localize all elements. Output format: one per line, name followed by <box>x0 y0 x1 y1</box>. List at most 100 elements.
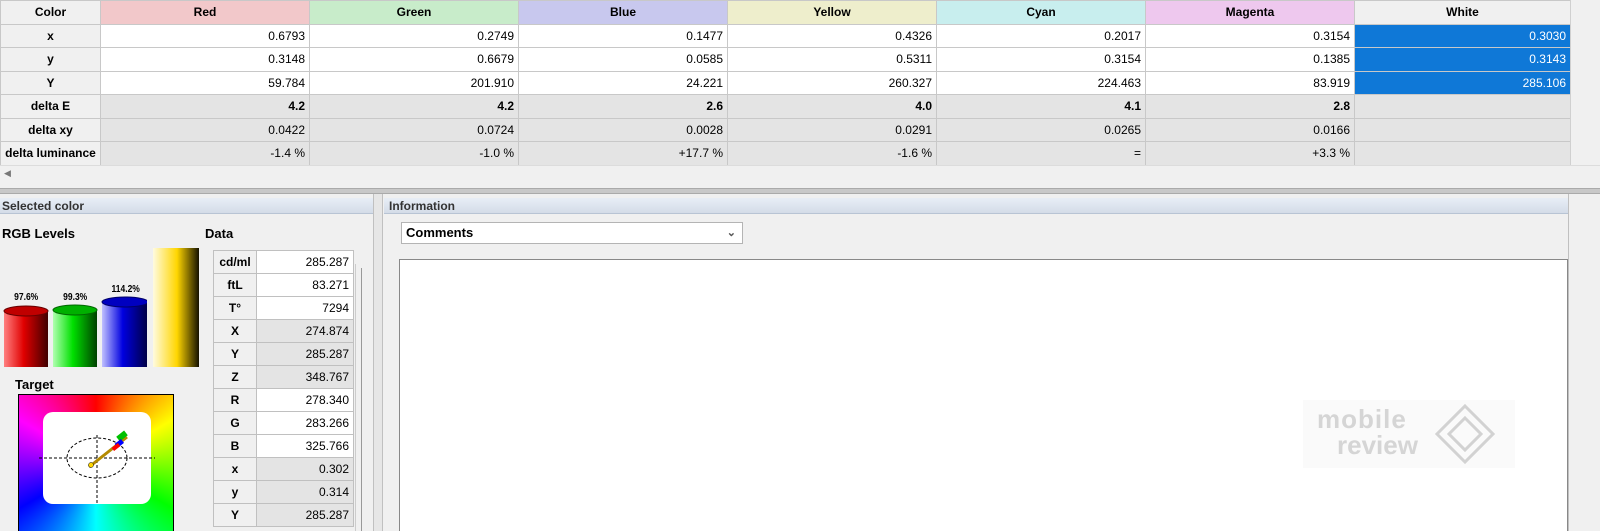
data-row: B 325.766 <box>213 434 354 458</box>
data-row-label: y <box>213 480 257 504</box>
column-header-cyan[interactable]: Cyan <box>936 0 1146 25</box>
row-header[interactable]: y <box>0 47 101 72</box>
table-cell[interactable]: 224.463 <box>936 70 1146 95</box>
table-cell[interactable]: 0.3154 <box>1145 23 1355 48</box>
row-header[interactable]: Y <box>0 70 101 95</box>
target-title: Target <box>15 377 54 392</box>
table-cell[interactable]: 4.0 <box>727 94 937 119</box>
table-cell[interactable] <box>1354 94 1571 119</box>
table-cell[interactable]: 0.1385 <box>1145 47 1355 72</box>
data-row-label: Y <box>213 342 257 366</box>
table-cell[interactable]: 0.0028 <box>518 117 728 142</box>
table-cell[interactable]: 4.2 <box>100 94 310 119</box>
column-header-yellow[interactable]: Yellow <box>727 0 937 25</box>
blue-level-cylinder <box>101 296 147 367</box>
table-cell[interactable]: 0.3143 <box>1354 47 1571 72</box>
data-row-label: x <box>213 457 257 481</box>
table-cell[interactable]: 59.784 <box>100 70 310 95</box>
column-header-white[interactable]: White <box>1354 0 1571 25</box>
table-cell[interactable]: 0.0265 <box>936 117 1146 142</box>
table-cell[interactable]: 0.4326 <box>727 23 937 48</box>
watermark-text-bottom: review <box>1337 430 1418 460</box>
comments-text-area[interactable] <box>399 259 1568 531</box>
data-row: R 278.340 <box>213 388 354 412</box>
table-cell[interactable]: 4.1 <box>936 94 1146 119</box>
color-measurement-table: Color Red Green Blue Yellow Cyan Magenta White… <box>0 0 1571 166</box>
table-cell[interactable]: 0.3030 <box>1354 23 1571 48</box>
information-header: Information <box>384 198 1568 214</box>
table-cell[interactable]: 0.3154 <box>936 47 1146 72</box>
table-cell[interactable]: +3.3 % <box>1145 141 1355 166</box>
selected-color-header: Selected color <box>0 198 373 214</box>
data-row: y 0.314 <box>213 480 354 504</box>
chevron-down-icon[interactable]: ⌄ <box>727 223 736 243</box>
information-panel: Information Comments ⌄ <box>384 198 1568 531</box>
data-scrollbar[interactable] <box>355 264 367 531</box>
table-row: y 0.3148 0.6679 0.0585 0.5311 0.3154 0.1385 0.3… <box>0 47 1571 72</box>
data-row-value: 348.767 <box>256 365 354 389</box>
selected-color-panel: Selected color RGB Levels Data 97.6% 99.… <box>0 198 373 531</box>
row-header[interactable]: x <box>0 23 101 48</box>
table-row: delta E 4.2 4.2 2.6 4.0 4.1 2.8 <box>0 94 1571 119</box>
comments-dropdown[interactable]: Comments ⌄ <box>401 222 743 244</box>
data-row-label: cd/ml <box>213 250 257 274</box>
data-row: Y 285.287 <box>213 503 354 527</box>
table-cell[interactable]: 2.6 <box>518 94 728 119</box>
table-cell[interactable]: -1.6 % <box>727 141 937 166</box>
table-cell[interactable]: 201.910 <box>309 70 519 95</box>
rgb-levels-title: RGB Levels <box>2 226 75 241</box>
table-cell[interactable]: 0.5311 <box>727 47 937 72</box>
table-cell[interactable]: 0.1477 <box>518 23 728 48</box>
table-cell[interactable]: 0.6679 <box>309 47 519 72</box>
data-row: cd/ml 285.287 <box>213 250 354 274</box>
column-header-blue[interactable]: Blue <box>518 0 728 25</box>
data-row-value: 285.287 <box>256 342 354 366</box>
blue-level-label: 114.2% <box>111 284 140 295</box>
table-cell[interactable]: = <box>936 141 1146 166</box>
table-cell[interactable]: 0.0291 <box>727 117 937 142</box>
data-row: Y 285.287 <box>213 342 354 366</box>
table-horizontal-scrollbar[interactable]: ◀ <box>0 165 1600 181</box>
panel-splitter[interactable] <box>0 188 1600 194</box>
table-cell[interactable]: 24.221 <box>518 70 728 95</box>
table-cell[interactable]: 0.0724 <box>309 117 519 142</box>
data-row-label: R <box>213 388 257 412</box>
table-cell[interactable]: 83.919 <box>1145 70 1355 95</box>
table-cell[interactable]: 0.2749 <box>309 23 519 48</box>
table-cell[interactable]: -1.0 % <box>309 141 519 166</box>
data-row-label: T° <box>213 296 257 320</box>
table-cell[interactable]: 2.8 <box>1145 94 1355 119</box>
table-cell[interactable]: 0.0585 <box>518 47 728 72</box>
column-header-green[interactable]: Green <box>309 0 519 25</box>
data-row-value: 278.340 <box>256 388 354 412</box>
table-cell[interactable]: 0.2017 <box>936 23 1146 48</box>
target-crosshair-icon <box>39 430 155 505</box>
table-vertical-scrollbar[interactable] <box>1570 0 1600 165</box>
data-row-value: 283.266 <box>256 411 354 435</box>
data-row: ftL 83.271 <box>213 273 354 297</box>
row-header[interactable]: delta xy <box>0 117 101 142</box>
table-cell[interactable]: 0.3148 <box>100 47 310 72</box>
data-row: T° 7294 <box>213 296 354 320</box>
row-header[interactable]: delta E <box>0 94 101 119</box>
table-cell[interactable] <box>1354 117 1571 142</box>
scroll-left-arrow-icon[interactable]: ◀ <box>4 168 11 179</box>
table-cell[interactable]: -1.4 % <box>100 141 310 166</box>
corner-header: Color <box>0 0 101 25</box>
table-cell[interactable]: 0.0166 <box>1145 117 1355 142</box>
column-header-red[interactable]: Red <box>100 0 310 25</box>
table-cell[interactable]: 260.327 <box>727 70 937 95</box>
row-header[interactable]: delta luminance <box>0 141 101 166</box>
column-header-magenta[interactable]: Magenta <box>1145 0 1355 25</box>
scrollbar-track <box>361 268 362 531</box>
target-chromaticity-plot <box>18 394 174 531</box>
table-cell[interactable]: 0.6793 <box>100 23 310 48</box>
table-cell[interactable]: +17.7 % <box>518 141 728 166</box>
table-cell[interactable] <box>1354 141 1571 166</box>
table-cell[interactable]: 0.0422 <box>100 117 310 142</box>
table-cell[interactable]: 285.106 <box>1354 70 1571 95</box>
data-row-label: Z <box>213 365 257 389</box>
data-row-value: 0.302 <box>256 457 354 481</box>
table-cell[interactable]: 4.2 <box>309 94 519 119</box>
vertical-splitter[interactable] <box>373 194 383 531</box>
